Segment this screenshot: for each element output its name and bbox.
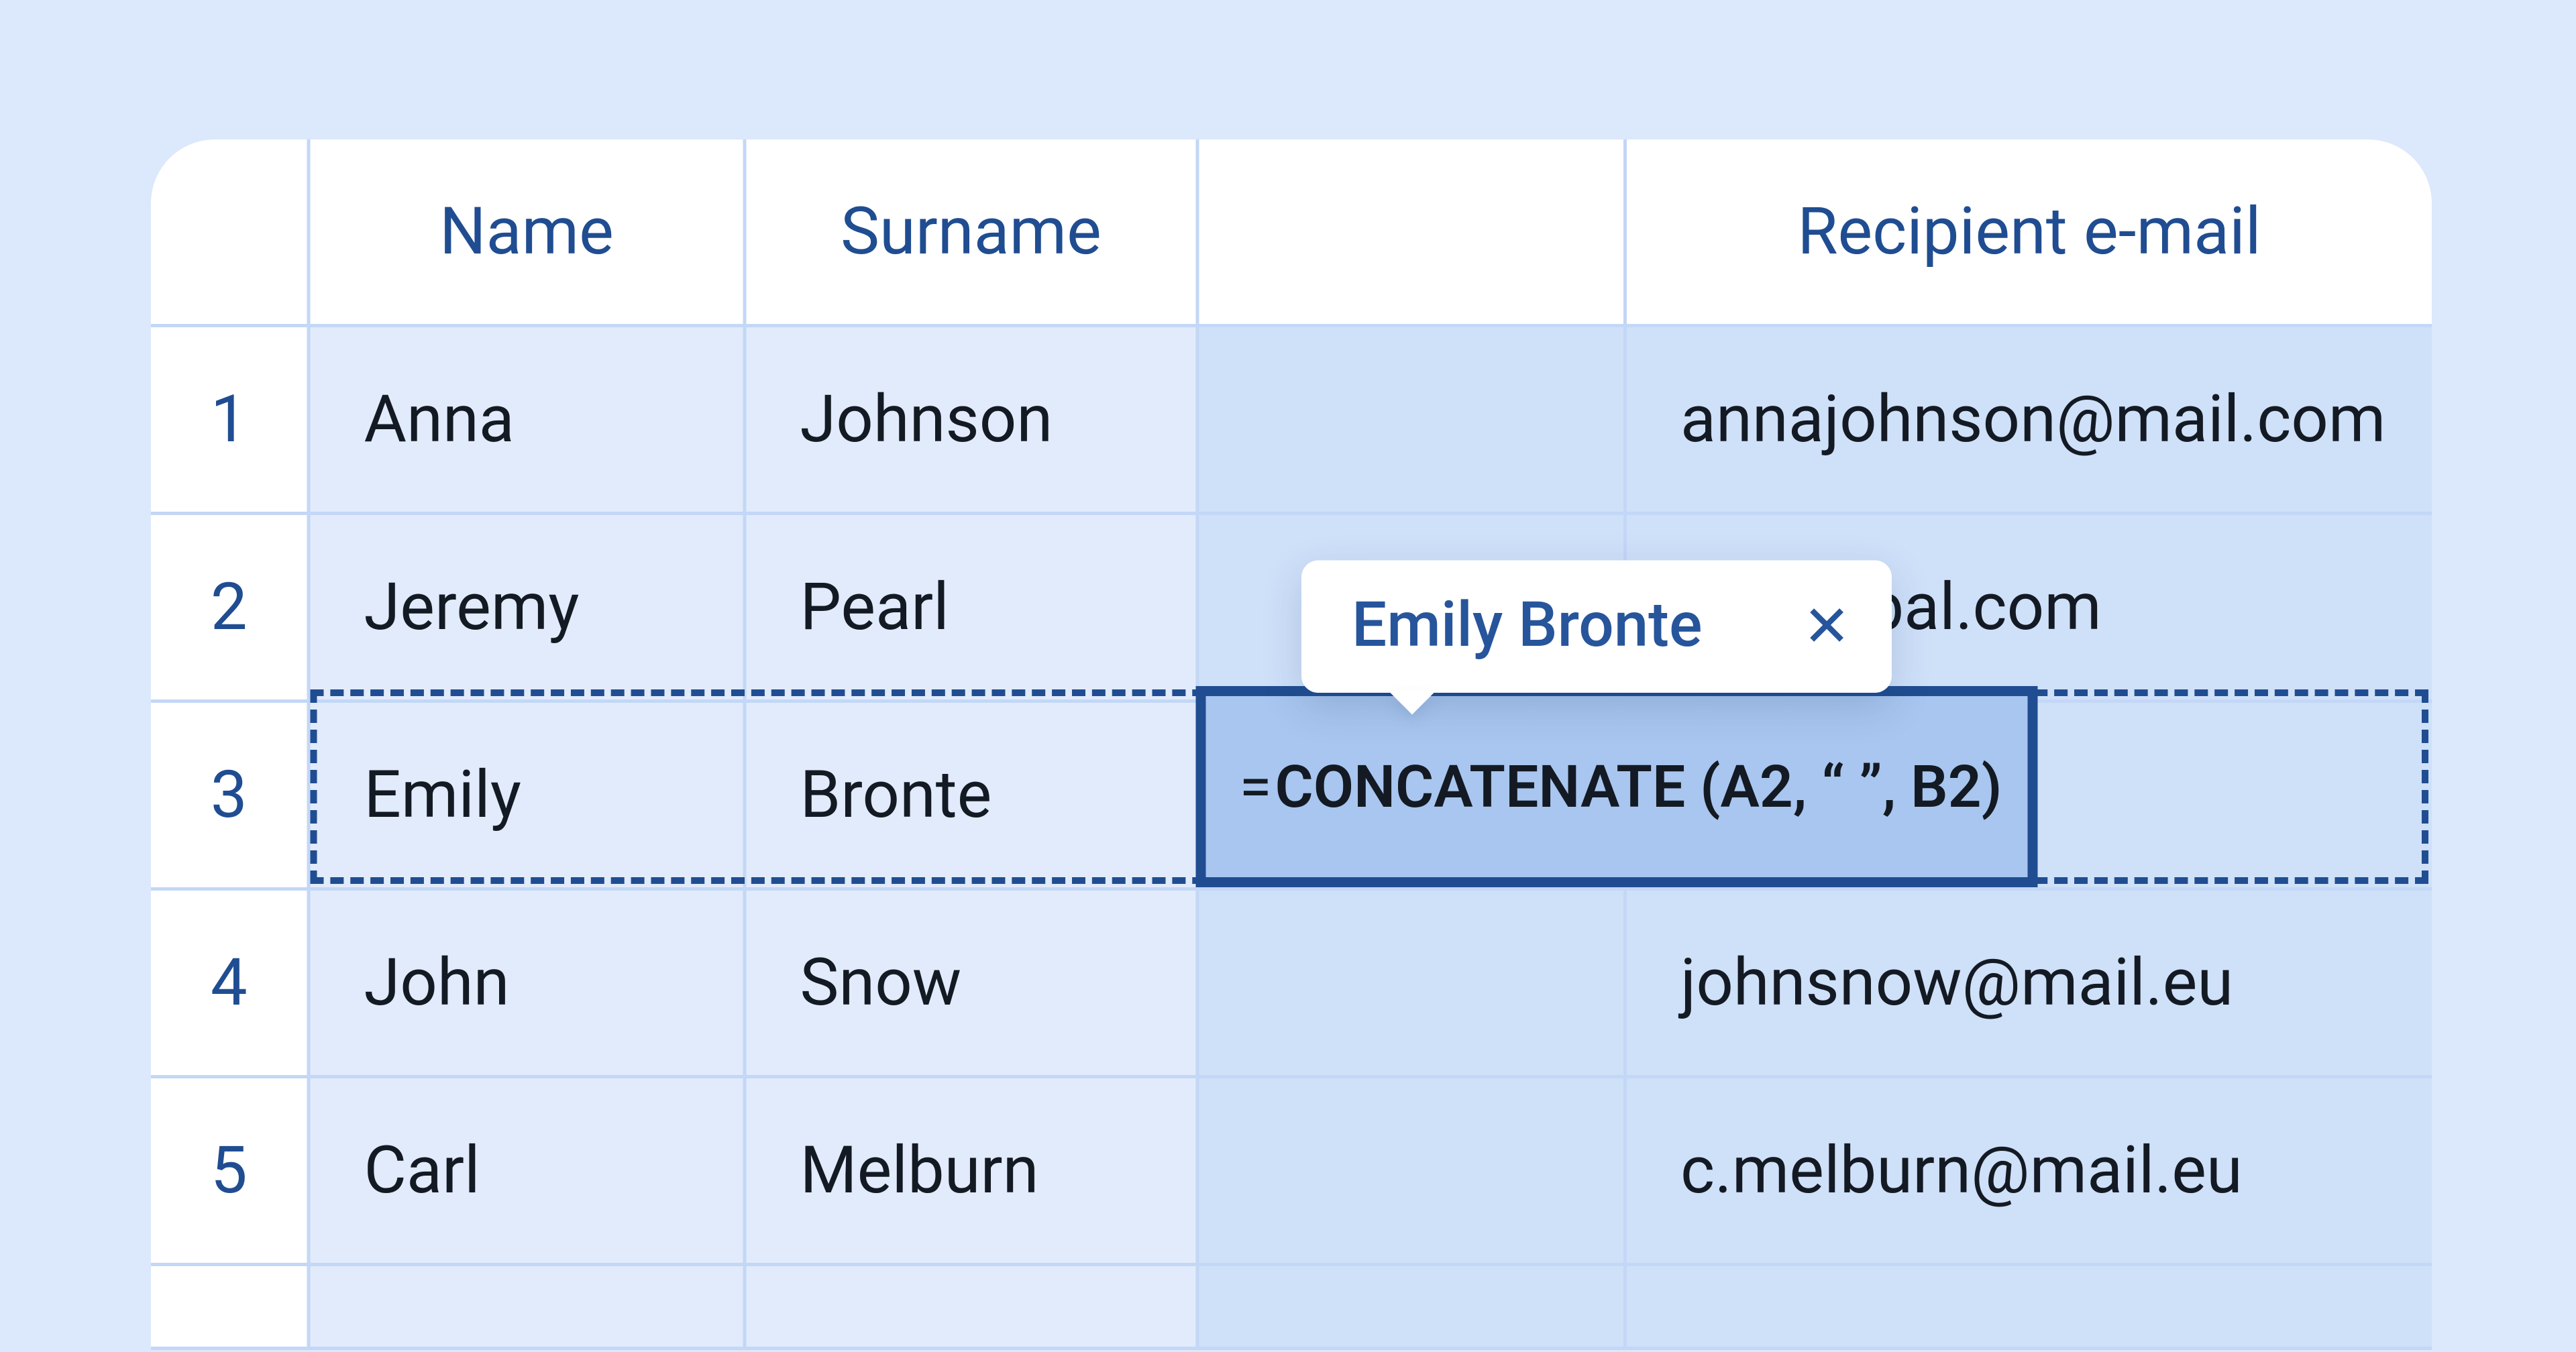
cell-email[interactable]: annajohnson@mail.com: [1627, 327, 2432, 515]
cell-surname[interactable]: [747, 1266, 1199, 1350]
row-number[interactable]: 3: [151, 703, 311, 891]
cell-formula[interactable]: [1199, 891, 1627, 1078]
cell-name[interactable]: John: [311, 891, 747, 1078]
row-number[interactable]: 1: [151, 327, 311, 515]
table-row: 2 Jeremy Pearl rl@global.com: [151, 515, 2432, 703]
header-formula[interactable]: [1199, 139, 1627, 327]
cell-email[interactable]: c.melburn@mail.eu: [1627, 1078, 2432, 1266]
cell-name[interactable]: Anna: [311, 327, 747, 515]
row-number[interactable]: 5: [151, 1078, 311, 1266]
table-row: [151, 1266, 2432, 1350]
cell-surname[interactable]: Pearl: [747, 515, 1199, 703]
cell-formula[interactable]: [1199, 327, 1627, 515]
cell-name[interactable]: [311, 1266, 747, 1350]
cell-name[interactable]: Carl: [311, 1078, 747, 1266]
formula-text: CONCATENATE (A2, “ ”, B2): [1275, 752, 2002, 822]
cell-surname[interactable]: Johnson: [747, 327, 1199, 515]
cell-surname[interactable]: Melburn: [747, 1078, 1199, 1266]
header-surname[interactable]: Surname: [747, 139, 1199, 327]
row-number[interactable]: 2: [151, 515, 311, 703]
formula-result-tooltip: Emily Bronte ✕: [1301, 561, 1891, 693]
header-rownum[interactable]: [151, 139, 311, 327]
header-row: Name Surname Recipient e-mail: [151, 139, 2432, 327]
cell-email[interactable]: [1627, 1266, 2432, 1350]
close-icon[interactable]: ✕: [1803, 598, 1851, 655]
table-row: 5 Carl Melburn c.melburn@mail.eu: [151, 1078, 2432, 1266]
cell-formula[interactable]: [1199, 1078, 1627, 1266]
header-email[interactable]: Recipient e-mail: [1627, 139, 2432, 327]
cell-name[interactable]: Jeremy: [311, 515, 747, 703]
cell-surname[interactable]: Bronte: [747, 703, 1199, 891]
tooltip-text: Emily Bronte: [1352, 591, 1703, 663]
active-formula-cell[interactable]: =CONCATENATE (A2, “ ”, B2): [1196, 686, 2038, 887]
header-name[interactable]: Name: [311, 139, 747, 327]
row-number[interactable]: 4: [151, 891, 311, 1078]
spreadsheet: Name Surname Recipient e-mail 1 Anna Joh…: [151, 139, 2432, 1350]
table-row: 1 Anna Johnson annajohnson@mail.com: [151, 327, 2432, 515]
table-row: 4 John Snow johnsnow@mail.eu: [151, 891, 2432, 1078]
cell-name[interactable]: Emily: [311, 703, 747, 891]
cell-email[interactable]: johnsnow@mail.eu: [1627, 891, 2432, 1078]
cell-formula[interactable]: [1199, 1266, 1627, 1350]
cell-surname[interactable]: Snow: [747, 891, 1199, 1078]
row-number[interactable]: [151, 1266, 311, 1350]
formula-equals: =: [1240, 752, 1272, 822]
